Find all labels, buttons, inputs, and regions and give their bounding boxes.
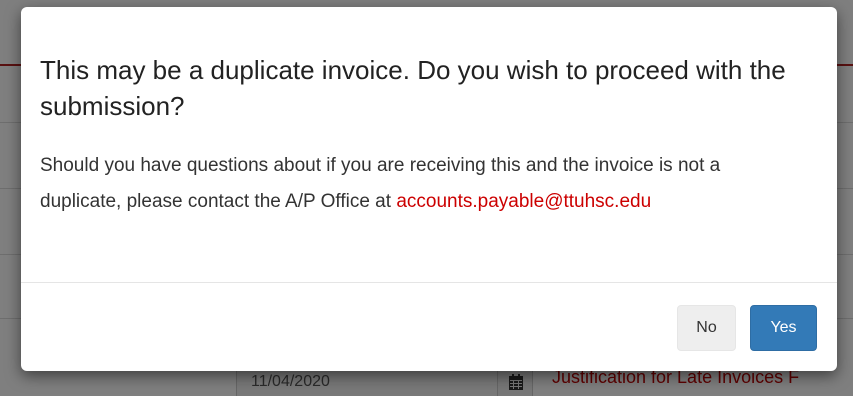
- duplicate-invoice-dialog: This may be a duplicate invoice. Do you …: [21, 7, 837, 371]
- yes-button[interactable]: Yes: [750, 305, 817, 351]
- dialog-body: Should you have questions about if you a…: [40, 148, 800, 220]
- ap-office-email-link[interactable]: accounts.payable@ttuhsc.edu: [396, 191, 651, 212]
- no-button[interactable]: No: [677, 305, 736, 351]
- dialog-title: This may be a duplicate invoice. Do you …: [40, 55, 786, 121]
- dialog-footer: No Yes: [21, 282, 837, 371]
- page: 11/04/2020 Justification for Late Invoic…: [0, 0, 853, 396]
